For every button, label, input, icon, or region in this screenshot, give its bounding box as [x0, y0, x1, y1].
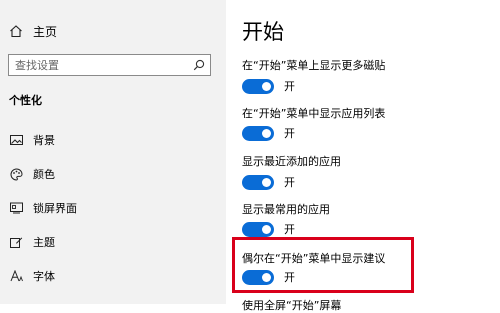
page-title: 开始 — [242, 20, 284, 44]
setting-label-more-tiles: 在“开始”菜单上显示更多磁贴 — [242, 59, 386, 72]
setting-label-full-screen-start: 使用全屏“开始”屏幕 — [242, 299, 342, 312]
setting-row-more-tiles: 开 — [242, 78, 295, 94]
sidebar-item-background[interactable]: 背景 — [9, 131, 209, 149]
setting-row-most-used: 开 — [242, 221, 295, 237]
toggle-state-text: 开 — [284, 176, 295, 189]
lock-screen-icon — [9, 201, 23, 215]
home-icon — [10, 25, 22, 38]
sidebar-item-home-label: 主页 — [33, 24, 58, 39]
theme-brush-icon — [9, 235, 23, 249]
sidebar-item-label: 字体 — [33, 270, 55, 283]
toggle-knob — [262, 81, 271, 91]
search-input[interactable] — [9, 58, 188, 72]
sidebar-item-label: 锁屏界面 — [33, 202, 77, 215]
sidebar-item-label: 背景 — [33, 134, 55, 147]
section-title-personalization: 个性化 — [9, 94, 42, 107]
search-icon[interactable] — [188, 59, 210, 71]
sidebar-item-fonts[interactable]: 字体 — [9, 267, 209, 285]
setting-label-recently-added: 显示最近添加的应用 — [242, 155, 341, 168]
sidebar-item-themes[interactable]: 主题 — [9, 233, 209, 251]
toggle-knob — [262, 128, 271, 138]
toggle-state-text: 开 — [284, 80, 295, 93]
font-icon — [9, 269, 23, 283]
sidebar-item-lock-screen[interactable]: 锁屏界面 — [9, 199, 209, 217]
search-box[interactable] — [8, 54, 211, 76]
setting-label-most-used: 显示最常用的应用 — [242, 203, 330, 216]
more-tiles-toggle[interactable] — [242, 78, 274, 94]
setting-row-recently-added: 开 — [242, 174, 295, 190]
palette-icon — [9, 167, 23, 181]
most-used-toggle[interactable] — [242, 221, 274, 237]
sidebar: 主页 个性化 背景 颜色 — [0, 0, 226, 304]
sidebar-item-colors[interactable]: 颜色 — [9, 165, 209, 183]
toggle-knob — [262, 177, 271, 187]
app-list-toggle[interactable] — [242, 125, 274, 141]
image-icon — [9, 133, 23, 147]
highlight-annotation-box — [232, 237, 414, 293]
setting-row-app-list: 开 — [242, 125, 295, 141]
setting-label-app-list: 在“开始”菜单中显示应用列表 — [242, 107, 386, 120]
sidebar-item-home[interactable]: 主页 — [9, 22, 57, 40]
toggle-knob — [262, 224, 271, 234]
recently-added-toggle[interactable] — [242, 174, 274, 190]
toggle-state-text: 开 — [284, 223, 295, 236]
toggle-state-text: 开 — [284, 127, 295, 140]
sidebar-item-label: 颜色 — [33, 168, 55, 181]
sidebar-item-label: 主题 — [33, 236, 55, 249]
